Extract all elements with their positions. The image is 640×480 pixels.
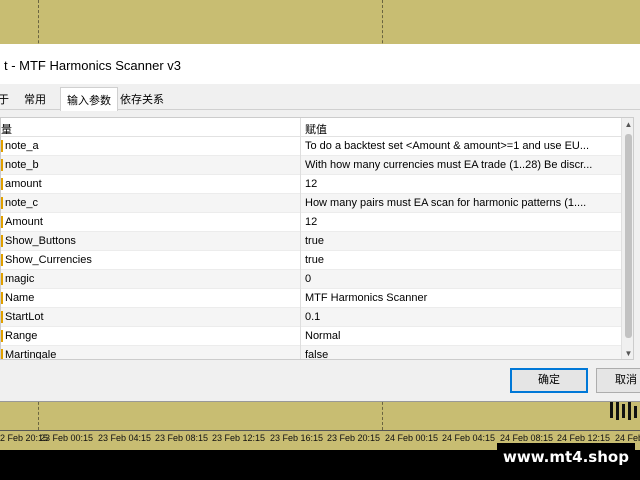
scroll-down-icon[interactable]: ▼ (622, 347, 633, 359)
parameter-icon (1, 254, 3, 266)
time-tick: 24 Feb 04:15 (442, 433, 496, 443)
time-tick: 23 Feb 12:15 (212, 433, 266, 443)
parameter-value[interactable]: How many pairs must EA scan for harmonic… (305, 197, 617, 209)
time-tick: 24 Feb 16:15 (615, 433, 640, 443)
candle (610, 402, 613, 418)
tab-dependencies[interactable]: 依存关系 (120, 91, 164, 107)
parameter-value[interactable]: 12 (305, 178, 617, 190)
parameter-name: note_c (5, 197, 39, 209)
table-row[interactable]: Amount 12 (1, 213, 621, 232)
parameter-value[interactable]: Normal (305, 330, 617, 342)
time-tick: 23 Feb 16:15 (270, 433, 324, 443)
watermark: www.mt4.shop (497, 443, 635, 471)
parameter-value[interactable]: 0.1 (305, 311, 617, 323)
table-row[interactable]: Name MTF Harmonics Scanner (1, 289, 621, 308)
time-tick: 23 Feb 08:15 (155, 433, 209, 443)
parameter-name: amount (5, 178, 42, 190)
parameter-name: Martingale (5, 349, 57, 360)
parameter-name: Show_Currencies (5, 254, 92, 266)
scroll-thumb[interactable] (625, 134, 632, 338)
parameter-name: Range (5, 330, 38, 342)
parameter-name: Amount (5, 216, 43, 228)
parameter-value[interactable]: true (305, 254, 617, 266)
table-row[interactable]: magic 0 (1, 270, 621, 289)
parameter-icon (1, 311, 3, 323)
cancel-button[interactable]: 取消 (596, 368, 640, 393)
parameter-name: note_a (5, 140, 39, 152)
table-row[interactable]: Range Normal (1, 327, 621, 346)
candle (634, 406, 637, 418)
tab-common[interactable]: 常用 (24, 91, 46, 107)
time-tick: 23 Feb 00:15 (40, 433, 94, 443)
scroll-up-icon[interactable]: ▲ (622, 118, 633, 132)
table-row[interactable]: note_b With how many currencies must EA … (1, 156, 621, 175)
parameter-value[interactable]: To do a backtest set <Amount & amount>=1… (305, 140, 617, 152)
parameter-value[interactable]: MTF Harmonics Scanner (305, 292, 617, 304)
column-header-value[interactable]: 赋值 (305, 121, 327, 137)
parameter-icon (1, 178, 3, 190)
parameter-icon (1, 235, 3, 247)
parameter-icon (1, 159, 3, 171)
table-row[interactable]: note_c How many pairs must EA scan for h… (1, 194, 621, 213)
tab-inputs[interactable]: 输入参数 (60, 87, 118, 111)
tab-about[interactable]: 于 (0, 91, 9, 107)
dialog-title: t - MTF Harmonics Scanner v3 (4, 58, 181, 73)
parameter-name: StartLot (5, 311, 44, 323)
parameter-icon (1, 273, 3, 285)
time-tick: 24 Feb 00:15 (385, 433, 439, 443)
parameter-icon (1, 292, 3, 304)
parameter-icon (1, 197, 3, 209)
table-row[interactable]: note_a To do a backtest set <Amount & am… (1, 137, 621, 156)
parameter-name: magic (5, 273, 35, 285)
parameter-icon (1, 349, 3, 359)
parameter-icon (1, 140, 3, 152)
time-tick: 24 Feb 12:15 (557, 433, 611, 443)
properties-dialog: t - MTF Harmonics Scanner v3 于 常用 输入参数 依… (0, 44, 640, 402)
parameter-name: Show_Buttons (5, 235, 76, 247)
table-row[interactable]: Show_Buttons true (1, 232, 621, 251)
parameter-value[interactable]: 12 (305, 216, 617, 228)
table-row[interactable]: Martingale false (1, 346, 621, 360)
candle (622, 404, 625, 418)
parameter-value[interactable]: 0 (305, 273, 617, 285)
parameter-name: note_b (5, 159, 39, 171)
parameter-value[interactable]: true (305, 235, 617, 247)
ok-button[interactable]: 确定 (510, 368, 588, 393)
tab-bar: 于 常用 输入参数 依存关系 (0, 84, 640, 111)
column-header-variable[interactable]: 量 (1, 121, 12, 137)
time-tick: 24 Feb 08:15 (500, 433, 554, 443)
parameter-value[interactable]: false (305, 349, 617, 359)
parameter-value[interactable]: With how many currencies must EA trade (… (305, 159, 617, 171)
table-row[interactable]: amount 12 (1, 175, 621, 194)
dialog-titlebar[interactable]: t - MTF Harmonics Scanner v3 (0, 44, 640, 84)
parameter-icon (1, 330, 3, 342)
column-divider[interactable] (300, 118, 301, 359)
table-row[interactable]: Show_Currencies true (1, 251, 621, 270)
table-row[interactable]: StartLot 0.1 (1, 308, 621, 327)
parameters-grid: 量 赋值 note_a To do a backtest set <Amount… (0, 117, 634, 360)
candle (628, 400, 631, 420)
parameter-icon (1, 216, 3, 228)
time-tick: 23 Feb 04:15 (98, 433, 152, 443)
parameter-name: Name (5, 292, 35, 304)
time-tick: 23 Feb 20:15 (327, 433, 381, 443)
vertical-scrollbar[interactable]: ▲ ▼ (621, 118, 633, 359)
grid-header: 量 赋值 (1, 118, 621, 137)
